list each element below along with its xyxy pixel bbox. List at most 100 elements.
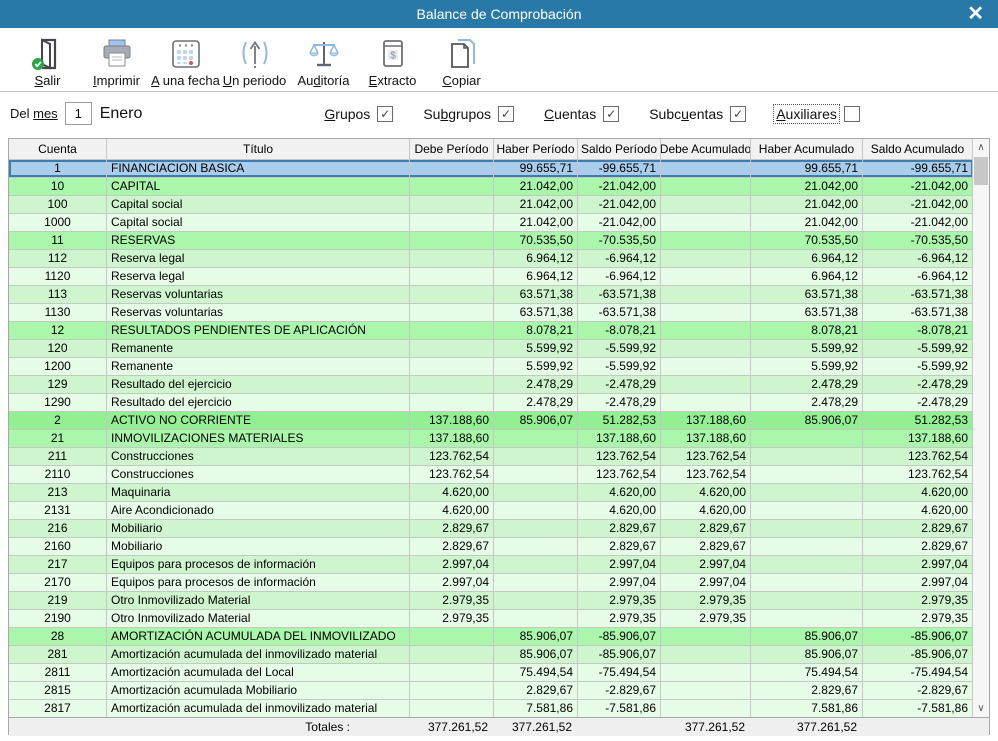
- cell-haber_periodo: 2.478,29: [494, 394, 578, 411]
- cell-debe_acumulado: 2.997,04: [661, 574, 751, 591]
- cell-saldo_periodo: -21.042,00: [578, 178, 661, 195]
- cell-saldo_acumulado: -21.042,00: [863, 214, 973, 231]
- cell-haber_acumulado: 21.042,00: [751, 178, 863, 195]
- table-row[interactable]: 219Otro Inmovilizado Material2.979,352.9…: [9, 592, 973, 610]
- salir-button[interactable]: Salir: [13, 28, 82, 91]
- cell-haber_periodo: 5.599,92: [494, 340, 578, 357]
- table-row[interactable]: 12RESULTADOS PENDIENTES DE APLICACIÓN8.0…: [9, 322, 973, 340]
- cell-saldo_periodo: 2.997,04: [578, 574, 661, 591]
- cell-cuenta: 10: [9, 178, 107, 195]
- cell-haber_acumulado: 21.042,00: [751, 214, 863, 231]
- cell-haber_acumulado: 85.906,07: [751, 628, 863, 645]
- checkbox-subgrupos[interactable]: Subgrupos✓: [421, 105, 514, 123]
- cell-debe_periodo: 2.979,35: [410, 610, 494, 627]
- cell-saldo_acumulado: -85.906,07: [863, 628, 973, 645]
- checkbox-auxiliares[interactable]: Auxiliares: [774, 105, 860, 123]
- table-row[interactable]: 2817Amortización acumulada del inmoviliz…: [9, 700, 973, 717]
- table-row[interactable]: 1200Remanente5.599,92-5.599,925.599,92-5…: [9, 358, 973, 376]
- cell-debe_acumulado: [661, 286, 751, 303]
- table-row[interactable]: 120Remanente5.599,92-5.599,925.599,92-5.…: [9, 340, 973, 358]
- table-row[interactable]: 1FINANCIACION BASICA99.655,71-99.655,719…: [9, 160, 973, 178]
- table-row[interactable]: 211Construcciones123.762,54123.762,54123…: [9, 448, 973, 466]
- table-row[interactable]: 217Equipos para procesos de información2…: [9, 556, 973, 574]
- cell-cuenta: 216: [9, 520, 107, 537]
- cuentas-label: Cuentas: [542, 105, 598, 123]
- un-periodo-button[interactable]: Un periodo: [220, 28, 289, 91]
- cell-saldo_acumulado: -99.655,71: [863, 160, 973, 177]
- cuentas-checkbox[interactable]: ✓: [603, 106, 619, 122]
- cell-debe_periodo: [410, 304, 494, 321]
- table-row[interactable]: 281Amortización acumulada del inmoviliza…: [9, 646, 973, 664]
- close-icon[interactable]: ✕: [967, 1, 984, 27]
- auditoria-button[interactable]: Auditoría: [289, 28, 358, 91]
- cell-debe_periodo: 4.620,00: [410, 502, 494, 519]
- cell-cuenta: 2110: [9, 466, 107, 483]
- scroll-up-icon[interactable]: ∧: [973, 139, 989, 156]
- table-row[interactable]: 1290Resultado del ejercicio2.478,29-2.47…: [9, 394, 973, 412]
- cell-saldo_periodo: -85.906,07: [578, 646, 661, 663]
- table-row[interactable]: 216Mobiliario2.829,672.829,672.829,672.8…: [9, 520, 973, 538]
- scroll-down-icon[interactable]: ∨: [973, 700, 989, 717]
- table-row[interactable]: 112Reserva legal6.964,12-6.964,126.964,1…: [9, 250, 973, 268]
- cell-haber_periodo: 63.571,38: [494, 304, 578, 321]
- checkbox-grupos[interactable]: Grupos ✓: [322, 105, 393, 123]
- cell-haber_periodo: [494, 502, 578, 519]
- cell-saldo_periodo: -6.964,12: [578, 250, 661, 267]
- cell-debe_acumulado: [661, 664, 751, 681]
- cell-haber_acumulado: [751, 592, 863, 609]
- table-row[interactable]: 1120Reserva legal6.964,12-6.964,126.964,…: [9, 268, 973, 286]
- auxiliares-checkbox[interactable]: [844, 106, 860, 122]
- table-row[interactable]: 2170Equipos para procesos de información…: [9, 574, 973, 592]
- cell-titulo: RESULTADOS PENDIENTES DE APLICACIÓN: [107, 322, 410, 339]
- table-row[interactable]: 1130Reservas voluntarias63.571,38-63.571…: [9, 304, 973, 322]
- vertical-scrollbar[interactable]: ∧ ∨: [972, 139, 989, 717]
- cell-saldo_acumulado: -2.478,29: [863, 394, 973, 411]
- cell-haber_acumulado: 63.571,38: [751, 286, 863, 303]
- table-row[interactable]: 1000Capital social21.042,00-21.042,0021.…: [9, 214, 973, 232]
- totals-row: Totales : 377.261,52 377.261,52 377.261,…: [9, 717, 989, 736]
- scrollbar-thumb[interactable]: [974, 157, 988, 185]
- cell-haber_acumulado: [751, 574, 863, 591]
- table-row[interactable]: 10CAPITAL21.042,00-21.042,0021.042,00-21…: [9, 178, 973, 196]
- copiar-button[interactable]: Copiar: [427, 28, 496, 91]
- mes-input[interactable]: [65, 102, 92, 125]
- table-row[interactable]: 2131Aire Acondicionado4.620,004.620,004.…: [9, 502, 973, 520]
- table-row[interactable]: 2811Amortización acumulada del Local75.4…: [9, 664, 973, 682]
- checkbox-subcuentas[interactable]: Subcuentas✓: [647, 105, 746, 123]
- table-row[interactable]: 2190Otro Inmovilizado Material2.979,352.…: [9, 610, 973, 628]
- subcuentas-checkbox[interactable]: ✓: [730, 106, 746, 122]
- grupos-checkbox[interactable]: ✓: [377, 106, 393, 122]
- cell-saldo_periodo: -70.535,50: [578, 232, 661, 249]
- subgrupos-checkbox[interactable]: ✓: [498, 106, 514, 122]
- a-una-fecha-label: A una fecha: [151, 73, 220, 88]
- cell-saldo_periodo: -63.571,38: [578, 286, 661, 303]
- table-row[interactable]: 11RESERVAS70.535,50-70.535,5070.535,50-7…: [9, 232, 973, 250]
- table-row[interactable]: 2110Construcciones123.762,54123.762,5412…: [9, 466, 973, 484]
- a-una-fecha-button[interactable]: A una fecha: [151, 28, 220, 91]
- table-row[interactable]: 100Capital social21.042,00-21.042,0021.0…: [9, 196, 973, 214]
- imprimir-button[interactable]: Imprimir: [82, 28, 151, 91]
- table-row[interactable]: 113Reservas voluntarias63.571,38-63.571,…: [9, 286, 973, 304]
- table-row[interactable]: 213Maquinaria4.620,004.620,004.620,004.6…: [9, 484, 973, 502]
- cell-haber_acumulado: 2.478,29: [751, 394, 863, 411]
- extracto-button[interactable]: $ Extracto: [358, 28, 427, 91]
- table-row[interactable]: 2160Mobiliario2.829,672.829,672.829,672.…: [9, 538, 973, 556]
- table-row[interactable]: 21INMOVILIZACIONES MATERIALES137.188,601…: [9, 430, 973, 448]
- del-mes-label: Del mes: [10, 106, 58, 121]
- cell-haber_periodo: 2.478,29: [494, 376, 578, 393]
- cell-cuenta: 11: [9, 232, 107, 249]
- cell-titulo: Resultado del ejercicio: [107, 376, 410, 393]
- cell-saldo_acumulado: -8.078,21: [863, 322, 973, 339]
- cell-haber_periodo: 85.906,07: [494, 628, 578, 645]
- cell-saldo_acumulado: -5.599,92: [863, 340, 973, 357]
- table-row[interactable]: 28AMORTIZACIÓN ACUMULADA DEL INMOVILIZAD…: [9, 628, 973, 646]
- copy-icon: [444, 35, 480, 73]
- table-row[interactable]: 2ACTIVO NO CORRIENTE137.188,6085.906,075…: [9, 412, 973, 430]
- checkbox-cuentas[interactable]: Cuentas ✓: [542, 105, 619, 123]
- grupos-label: Grupos: [322, 105, 372, 123]
- table-row[interactable]: 2815Amortización acumulada Mobiliario2.8…: [9, 682, 973, 700]
- cell-saldo_acumulado: 123.762,54: [863, 466, 973, 483]
- cell-cuenta: 1: [9, 160, 107, 177]
- table-row[interactable]: 129Resultado del ejercicio2.478,29-2.478…: [9, 376, 973, 394]
- cell-debe_acumulado: 4.620,00: [661, 502, 751, 519]
